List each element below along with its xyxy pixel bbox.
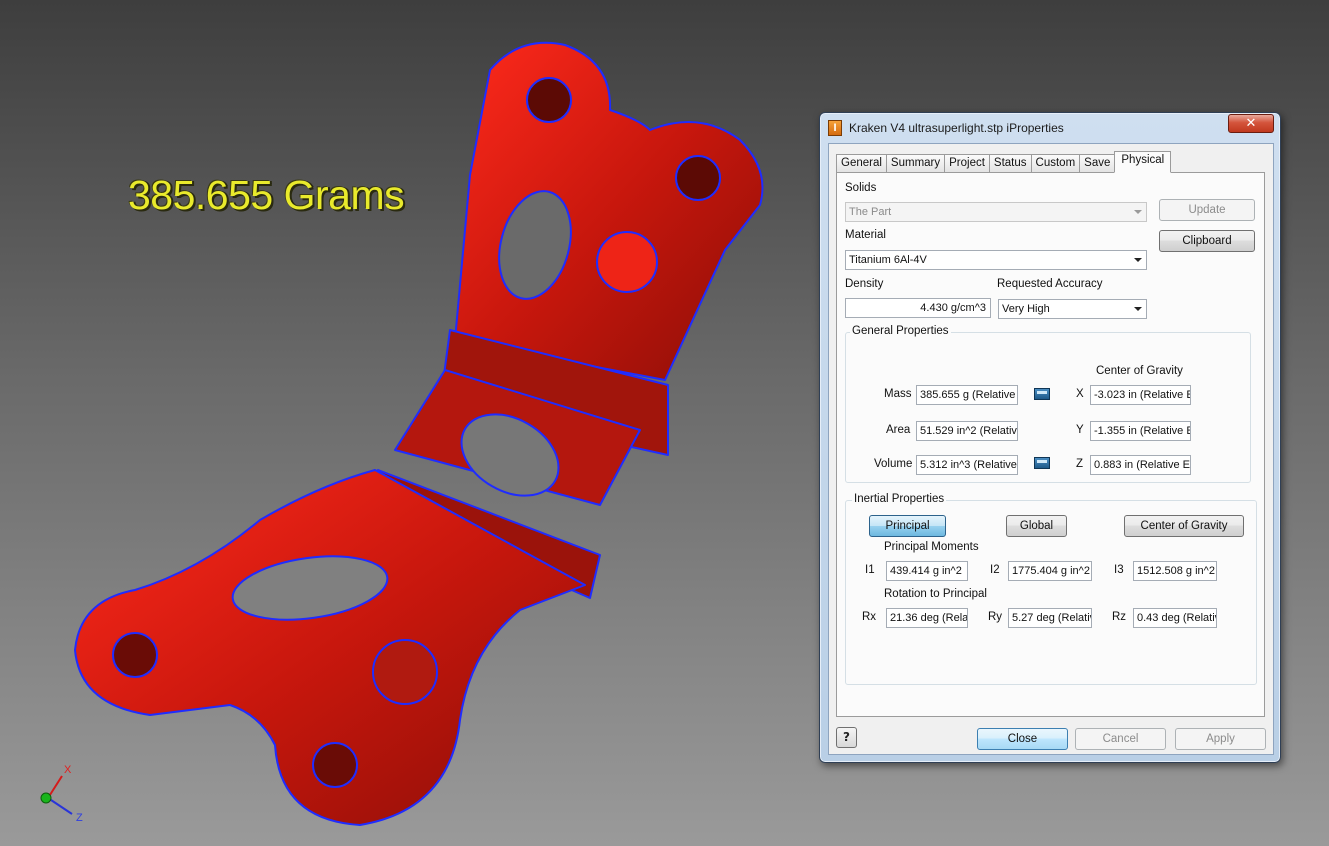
ry-field[interactable]: 5.27 deg (Relative [1008, 608, 1092, 628]
solids-label: Solids [845, 182, 877, 194]
center-of-gravity-title: Center of Gravity [1096, 365, 1183, 377]
i3-label: I3 [1114, 564, 1124, 576]
update-button[interactable]: Update [1159, 199, 1255, 221]
volume-field[interactable]: 5.312 in^3 (Relative Error [916, 455, 1018, 475]
inventor-app-icon: I [828, 120, 842, 136]
i2-label: I2 [990, 564, 1000, 576]
hole-left [112, 632, 158, 678]
density-label: Density [845, 278, 884, 290]
accuracy-value: Very High [1002, 303, 1050, 315]
tab-status[interactable]: Status [988, 154, 1032, 173]
calculator-icon[interactable] [1034, 457, 1050, 469]
tab-physical[interactable]: Physical [1114, 151, 1172, 173]
principal-moments-label: Principal Moments [884, 541, 979, 553]
bracket-part[interactable] [74, 41, 764, 826]
i2-field[interactable]: 1775.404 g in^2 [1008, 561, 1092, 581]
ry-label: Ry [988, 611, 1003, 623]
area-field[interactable]: 51.529 in^2 (Relative Error [916, 421, 1018, 441]
chevron-down-icon [1134, 258, 1142, 262]
accuracy-dropdown[interactable]: Very High [998, 299, 1147, 319]
close-button[interactable]: Close [977, 728, 1068, 750]
rotation-to-principal-label: Rotation to Principal [884, 588, 987, 600]
solids-value: The Part [849, 206, 892, 218]
tab-custom[interactable]: Custom [1030, 154, 1081, 173]
solids-dropdown[interactable]: The Part [845, 202, 1147, 222]
density-field[interactable]: 4.430 g/cm^3 [845, 298, 991, 318]
material-value: Titanium 6Al-4V [849, 254, 927, 266]
cog-x-field[interactable]: -3.023 in (Relative Error [1090, 385, 1191, 405]
cog-z-label: Z [1076, 458, 1084, 470]
apply-button[interactable]: Apply [1175, 728, 1266, 750]
clipboard-button[interactable]: Clipboard [1159, 230, 1255, 252]
material-label: Material [845, 229, 886, 241]
dialog-client: General Summary Project Status Custom Sa… [828, 143, 1274, 755]
i1-field[interactable]: 439.414 g in^2 [886, 561, 968, 581]
tab-save[interactable]: Save [1079, 154, 1116, 173]
rx-label: Rx [862, 611, 877, 623]
i3-field[interactable]: 1512.508 g in^2 [1133, 561, 1217, 581]
physical-tab-page: Solids The Part Update Clipboard Materia… [836, 172, 1265, 717]
hole-lower-small [372, 639, 438, 705]
tab-general[interactable]: General [836, 154, 887, 173]
volume-label: Volume [874, 458, 913, 470]
help-button[interactable]: ? [836, 727, 857, 748]
mass-label: Mass [884, 388, 912, 400]
mass-overlay-text: 385.655 Grams [128, 172, 405, 218]
iproperties-dialog: I Kraken V4 ultrasuperlight.stp iPropert… [819, 112, 1281, 763]
cancel-button[interactable]: Cancel [1075, 728, 1166, 750]
mass-field[interactable]: 385.655 g (Relative Error [916, 385, 1018, 405]
hole-bottom [312, 742, 358, 788]
calculator-icon[interactable] [1034, 388, 1050, 400]
global-button[interactable]: Global [1006, 515, 1067, 537]
chevron-down-icon [1134, 210, 1142, 214]
center-of-gravity-button[interactable]: Center of Gravity [1124, 515, 1244, 537]
upper-wing [454, 41, 764, 381]
hole-top-right [675, 155, 721, 201]
tab-strip: General Summary Project Status Custom Sa… [836, 151, 1172, 173]
rx-field[interactable]: 21.36 deg (Relative [886, 608, 968, 628]
window-close-button[interactable]: ✕ [1228, 114, 1274, 133]
dialog-titlebar[interactable]: I Kraken V4 ultrasuperlight.stp iPropert… [820, 113, 1280, 143]
tab-project[interactable]: Project [944, 154, 990, 173]
area-label: Area [886, 424, 911, 436]
hole-top-left [526, 77, 572, 123]
cog-z-field[interactable]: 0.883 in (Relative Error [1090, 455, 1191, 475]
inertial-properties-group: Inertial Properties Principal Global Cen… [845, 493, 1257, 685]
i1-label: I1 [865, 564, 875, 576]
principal-button[interactable]: Principal [869, 515, 946, 537]
cog-x-label: X [1076, 388, 1084, 400]
axis-x-label: X [64, 764, 72, 776]
cog-y-label: Y [1076, 424, 1084, 436]
axis-triad [40, 775, 73, 815]
inertial-properties-title: Inertial Properties [852, 493, 947, 505]
rz-label: Rz [1112, 611, 1127, 623]
general-properties-group: General Properties Center of Gravity Mas… [845, 325, 1251, 483]
material-dropdown[interactable]: Titanium 6Al-4V [845, 250, 1147, 270]
chevron-down-icon [1134, 307, 1142, 311]
axis-z-label: Z [76, 812, 83, 824]
cog-y-field[interactable]: -1.355 in (Relative Error [1090, 421, 1191, 441]
rz-field[interactable]: 0.43 deg (Relative [1133, 608, 1217, 628]
hole-upper-small [596, 231, 658, 293]
general-properties-title: General Properties [850, 325, 951, 337]
tab-summary[interactable]: Summary [885, 154, 946, 173]
accuracy-label: Requested Accuracy [997, 278, 1103, 290]
dialog-title: Kraken V4 ultrasuperlight.stp iPropertie… [849, 121, 1064, 135]
